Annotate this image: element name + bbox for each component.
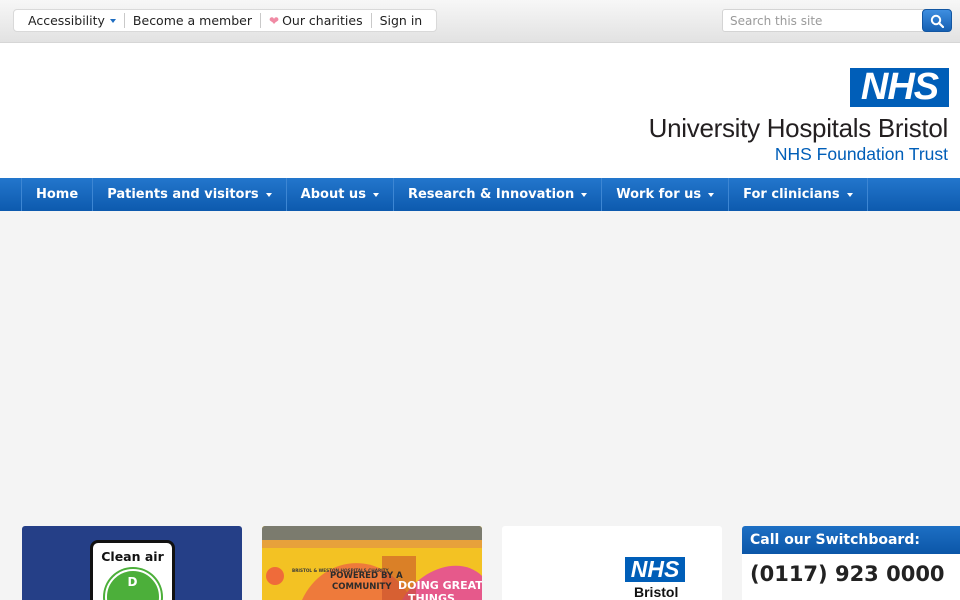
clean-air-card[interactable]: Clean air D (22, 526, 242, 600)
utility-bar: Accessibility Become a member ❤ Our char… (0, 0, 960, 43)
nhs-logo[interactable]: NHS (850, 68, 949, 107)
nav-for-clinicians[interactable]: For clinicians (729, 178, 868, 211)
nav-patients-and-visitors[interactable]: Patients and visitors (93, 178, 287, 211)
main-navigation: Home Patients and visitors About us Rese… (0, 178, 960, 211)
nav-patients-label: Patients and visitors (107, 187, 259, 202)
chevron-down-icon (372, 192, 379, 197)
chevron-down-icon (708, 192, 715, 197)
hero-banner (0, 211, 960, 521)
clean-air-badge: Clean air D (90, 540, 175, 600)
nhs-bristol-logo: NHS (625, 557, 685, 582)
nav-about-us[interactable]: About us (287, 178, 394, 211)
chevron-down-icon (109, 18, 116, 23)
search-button[interactable] (922, 9, 952, 32)
chevron-down-icon (581, 192, 588, 197)
nav-work-for-us[interactable]: Work for us (602, 178, 730, 211)
accessibility-label: Accessibility (28, 13, 105, 28)
clean-air-zone-letter: D (127, 575, 138, 589)
search-icon (930, 14, 944, 28)
switchboard-number[interactable]: (0117) 923 0000 (750, 562, 952, 587)
chevron-down-icon (846, 192, 853, 197)
nav-work-label: Work for us (616, 187, 702, 202)
sign-in-link[interactable]: Sign in (370, 13, 431, 28)
switchboard-panel: Call our Switchboard: (0117) 923 0000 (742, 526, 960, 600)
nav-home-label: Home (36, 187, 79, 202)
switchboard-body: (0117) 923 0000 (742, 554, 960, 600)
chevron-down-icon (265, 192, 272, 197)
charity-line-1: POWERED BY A (330, 571, 403, 581)
search-input[interactable] (722, 9, 928, 32)
charity-bus-image: BRISTOL & WESTON HOSPITALS CHARITY POWER… (262, 526, 482, 600)
our-charities-label: Our charities (282, 13, 363, 28)
nav-home[interactable]: Home (21, 178, 94, 211)
organisation-subtitle: NHS Foundation Trust (774, 144, 948, 164)
site-search (722, 9, 952, 32)
organisation-name[interactable]: University Hospitals Bristol (649, 113, 949, 144)
sign-in-label: Sign in (379, 13, 423, 28)
charity-card[interactable]: BRISTOL & WESTON HOSPITALS CHARITY POWER… (262, 526, 482, 600)
site-header: NHS University Hospitals Bristol NHS Fou… (0, 43, 960, 178)
heart-icon: ❤ (269, 13, 280, 28)
nav-research-innovation[interactable]: Research & Innovation (394, 178, 603, 211)
nav-research-label: Research & Innovation (407, 187, 575, 202)
become-member-link[interactable]: Become a member (123, 13, 260, 28)
nav-about-label: About us (300, 187, 366, 202)
charity-line-2: COMMUNITY (332, 582, 392, 592)
charity-line-3: DOING GREAT (398, 579, 482, 592)
switchboard-title: Call our Switchboard: (742, 526, 960, 554)
our-charities-link[interactable]: ❤ Our charities (260, 13, 371, 28)
accessibility-menu[interactable]: Accessibility (20, 13, 124, 28)
nav-clinicians-label: For clinicians (743, 187, 840, 202)
nhs-bristol-card[interactable]: NHS Bristol (502, 526, 722, 600)
nhs-bristol-text: Bristol (634, 584, 679, 600)
become-member-label: Become a member (132, 13, 252, 28)
utility-links: Accessibility Become a member ❤ Our char… (13, 9, 438, 32)
charity-line-4: THINGS (408, 592, 455, 600)
clean-air-label: Clean air (101, 549, 164, 564)
